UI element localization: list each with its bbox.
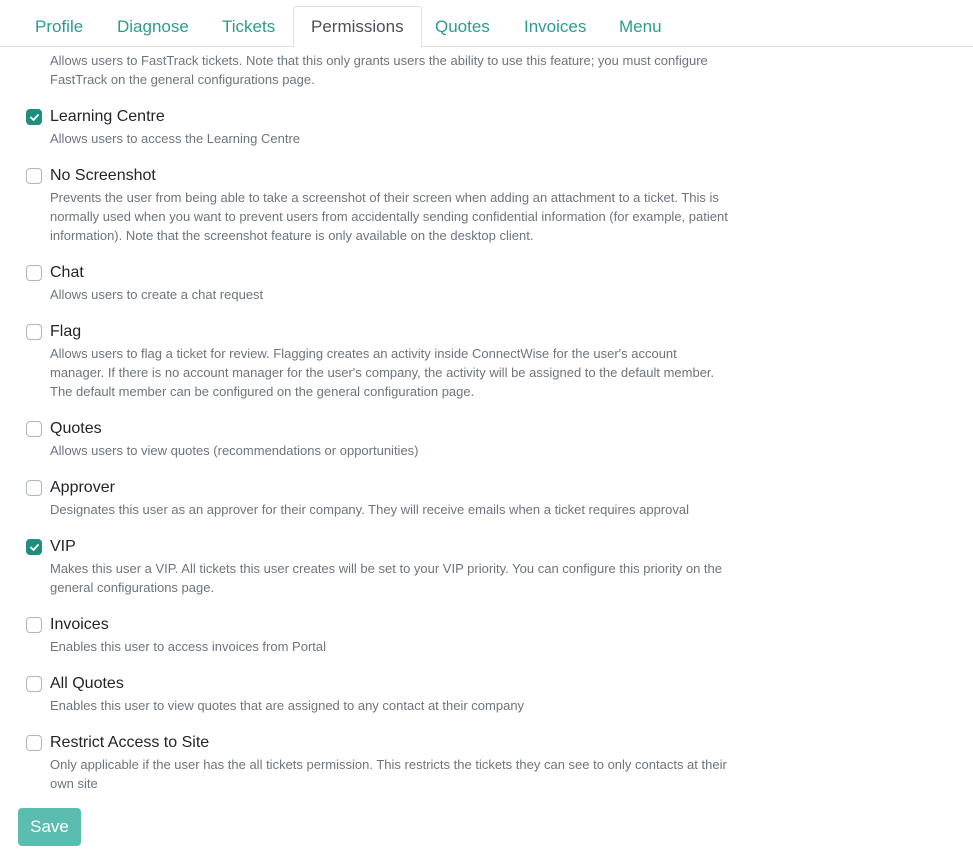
permission-description: Allows users to create a chat request	[50, 287, 264, 302]
permission-label[interactable]: Restrict Access to Site	[50, 732, 209, 754]
check-icon	[30, 114, 39, 121]
permission-label[interactable]: Flag	[50, 321, 81, 343]
permission-label[interactable]: VIP	[50, 536, 76, 558]
vip-checkbox[interactable]	[26, 539, 42, 555]
permission-description: Allows users to access the Learning Cent…	[50, 131, 301, 146]
fasttrack-description: Allows users to FastTrack tickets. Note …	[50, 53, 708, 87]
tab-tickets[interactable]: Tickets	[205, 6, 292, 47]
permission-description: Enables this user to access invoices fro…	[50, 639, 327, 654]
save-button[interactable]: Save	[18, 808, 81, 846]
restrict-access-checkbox[interactable]	[26, 735, 42, 751]
permission-label[interactable]: Learning Centre	[50, 106, 165, 128]
permission-label[interactable]: Approver	[50, 477, 115, 499]
chat-checkbox[interactable]	[26, 265, 42, 281]
permission-label[interactable]: All Quotes	[50, 673, 124, 695]
approver-checkbox[interactable]	[26, 480, 42, 496]
permission-label[interactable]: No Screenshot	[50, 165, 156, 187]
permission-description: Allows users to view quotes (recommendat…	[50, 443, 419, 458]
tab-bar: Profile Diagnose Tickets Permissions Quo…	[0, 0, 973, 48]
permission-description: Allows users to flag a ticket for review…	[50, 346, 715, 399]
flag-checkbox[interactable]	[26, 324, 42, 340]
invoices-checkbox[interactable]	[26, 617, 42, 633]
permission-description: Designates this user as an approver for …	[50, 502, 689, 517]
learning-centre-checkbox[interactable]	[26, 109, 42, 125]
permission-label[interactable]: Invoices	[50, 614, 109, 636]
tab-profile[interactable]: Profile	[18, 6, 100, 47]
permission-description: Only applicable if the user has the all …	[50, 757, 727, 791]
permission-description: Makes this user a VIP. All tickets this …	[50, 561, 722, 595]
all-quotes-checkbox[interactable]	[26, 676, 42, 692]
no-screenshot-checkbox[interactable]	[26, 168, 42, 184]
tab-invoices[interactable]: Invoices	[507, 6, 603, 47]
quotes-checkbox[interactable]	[26, 421, 42, 437]
permission-description: Prevents the user from being able to tak…	[50, 190, 728, 243]
tab-menu[interactable]: Menu	[602, 6, 679, 47]
tab-quotes[interactable]: Quotes	[418, 6, 507, 47]
permission-label[interactable]: Chat	[50, 262, 84, 284]
tab-diagnose[interactable]: Diagnose	[100, 6, 206, 47]
check-icon	[30, 544, 39, 551]
permission-description: Enables this user to view quotes that ar…	[50, 698, 525, 713]
permission-label[interactable]: Quotes	[50, 418, 102, 440]
tab-permissions[interactable]: Permissions	[293, 6, 422, 48]
